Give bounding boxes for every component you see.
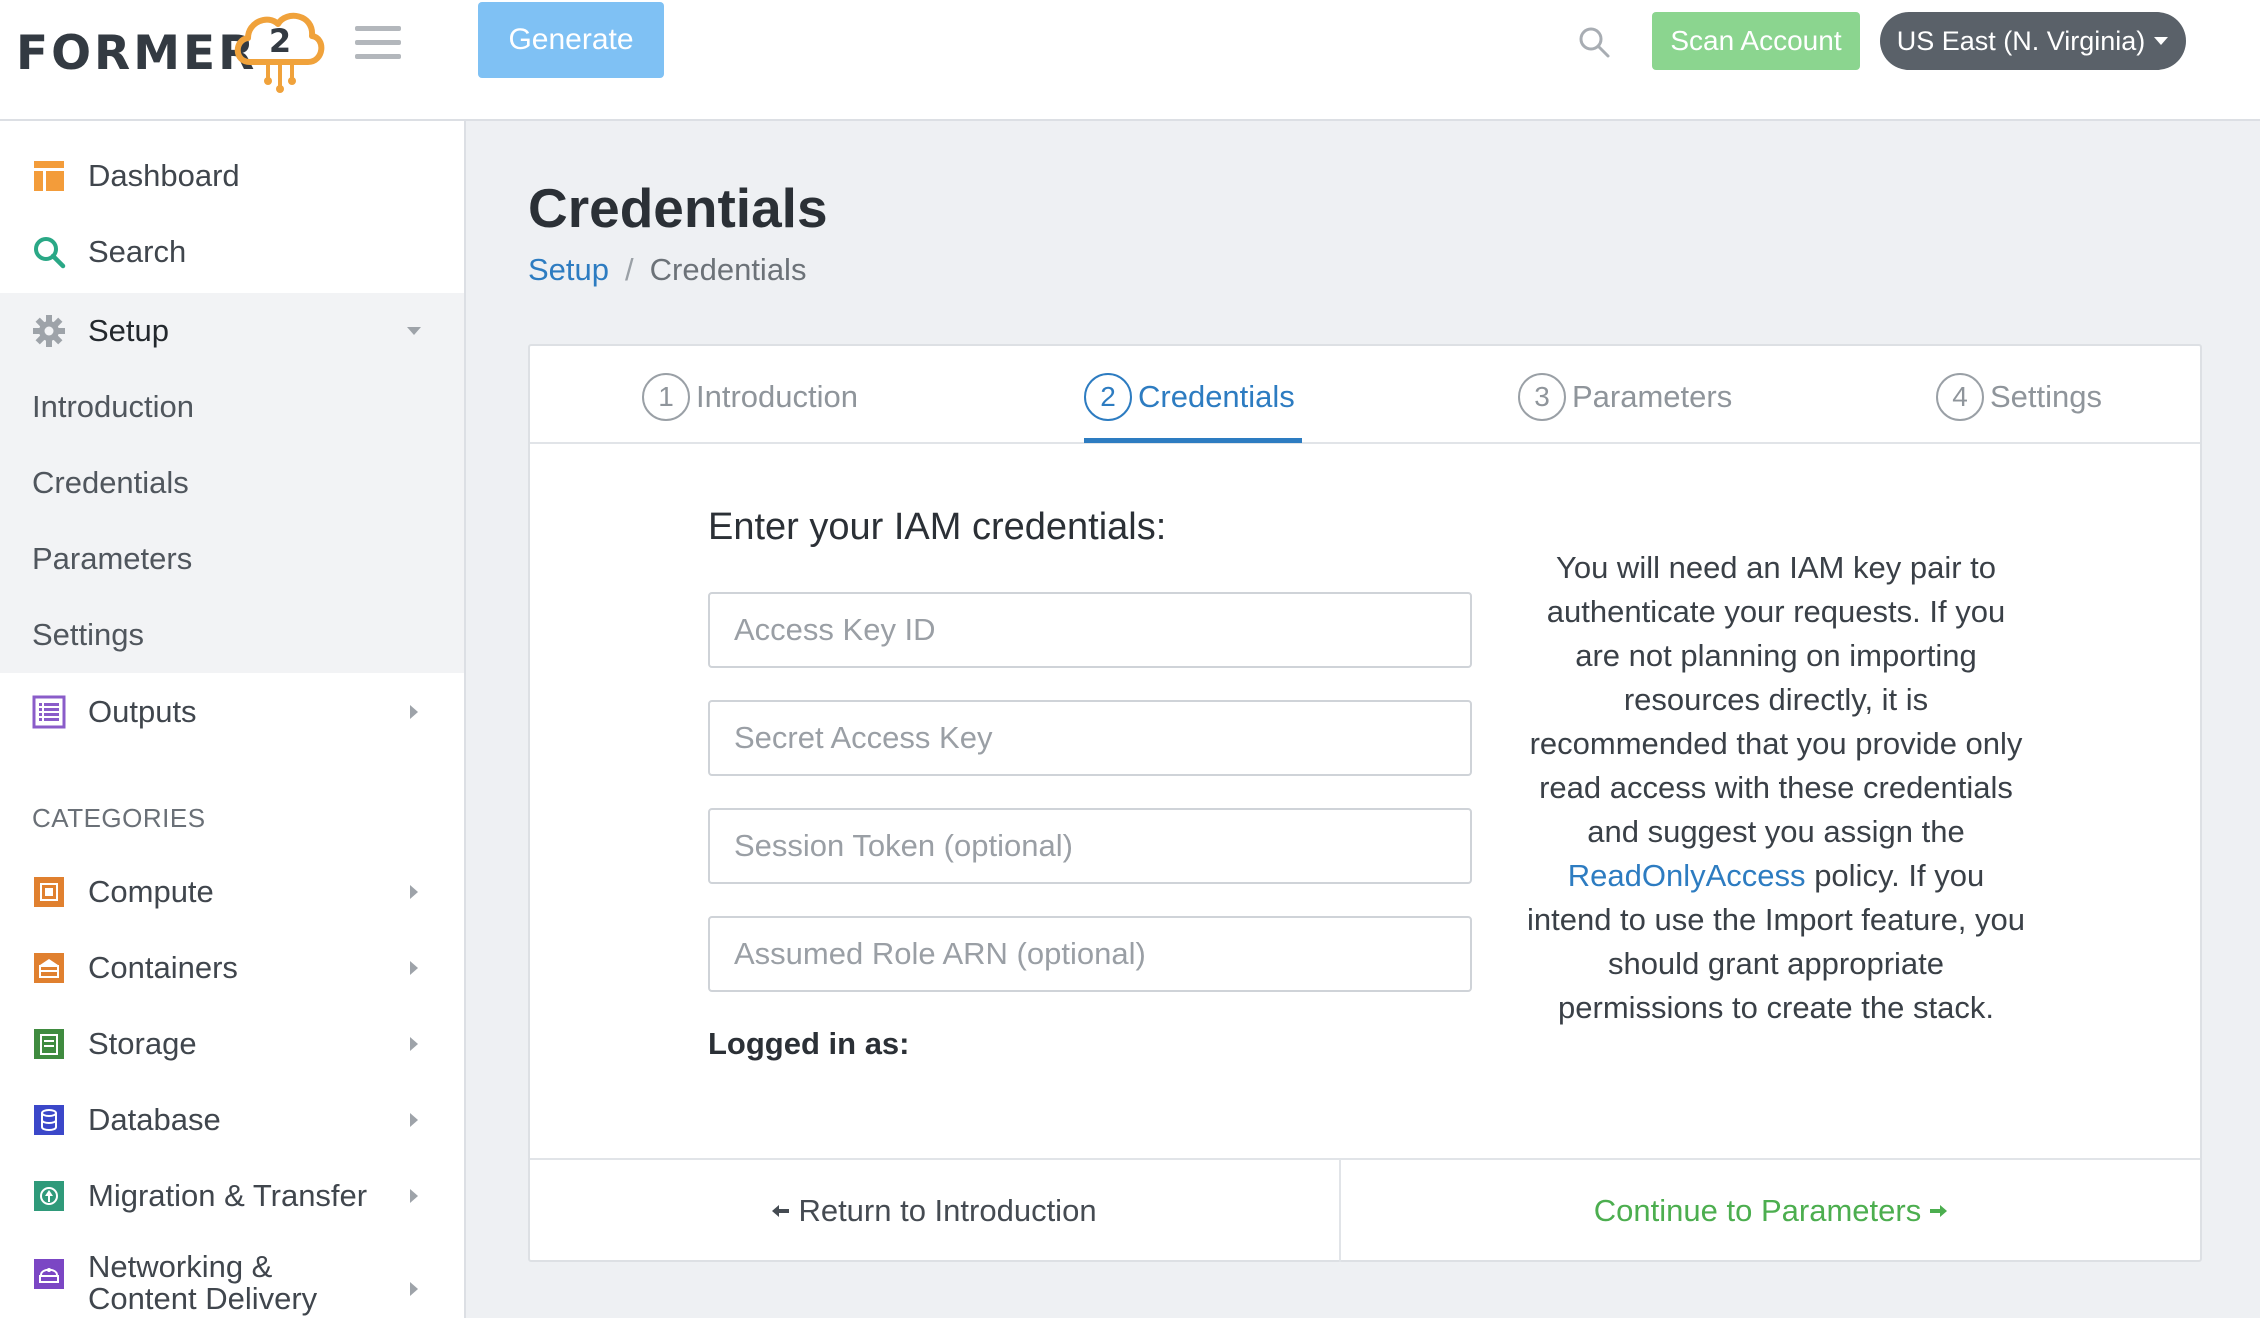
assumed-role-arn-input[interactable] bbox=[708, 916, 1472, 992]
chevron-right-icon bbox=[410, 1113, 418, 1127]
secret-access-key-input[interactable] bbox=[708, 700, 1472, 776]
arrow-right-icon bbox=[1930, 1205, 1948, 1217]
sidebar-item-compute[interactable]: Compute bbox=[0, 854, 464, 930]
logo-cloud-icon: 2 bbox=[234, 13, 325, 93]
arrow-left-icon bbox=[772, 1205, 790, 1217]
scan-account-button[interactable]: Scan Account bbox=[1652, 12, 1860, 70]
sidebar-item-label: Containers bbox=[88, 950, 238, 985]
sidebar-item-containers[interactable]: Containers bbox=[0, 930, 464, 1006]
sidebar-item-networking-content-delivery[interactable]: Networking & Content Delivery bbox=[0, 1241, 464, 1318]
tab-label: Settings bbox=[1990, 379, 2103, 414]
tab-settings[interactable]: 4 Settings bbox=[1936, 372, 2102, 422]
session-token-input[interactable] bbox=[708, 808, 1472, 884]
tab-label: Credentials bbox=[1138, 379, 1295, 414]
chevron-right-icon bbox=[410, 1282, 418, 1296]
chevron-right-icon bbox=[410, 1189, 418, 1203]
step-number: 3 bbox=[1518, 373, 1566, 421]
sidebar-subitem-label: Introduction bbox=[32, 389, 194, 424]
breadcrumb-current: Credentials bbox=[649, 252, 807, 287]
sidebar-subitem-label: Credentials bbox=[32, 465, 189, 500]
sidebar-item-label: Setup bbox=[88, 313, 170, 348]
storage-icon bbox=[34, 1029, 64, 1059]
tab-credentials[interactable]: 2 Credentials bbox=[1084, 372, 1295, 422]
sidebar-subitem-label: Parameters bbox=[32, 541, 193, 576]
next-button-label: Continue to Parameters bbox=[1593, 1193, 1922, 1228]
step-number: 4 bbox=[1936, 373, 1984, 421]
breadcrumb-setup-link[interactable]: Setup bbox=[528, 252, 609, 288]
wizard-card: 1 Introduction 2 Credentials 3 Parameter… bbox=[528, 344, 2202, 1262]
wizard-tabs: 1 Introduction 2 Credentials 3 Parameter… bbox=[530, 346, 2200, 444]
generate-button[interactable]: Generate bbox=[478, 2, 664, 78]
sidebar-item-label: Outputs bbox=[88, 694, 197, 729]
breadcrumb: Setup / Credentials bbox=[528, 252, 806, 288]
logo-badge-number: 2 bbox=[269, 22, 291, 60]
sidebar-subitem-settings[interactable]: Settings bbox=[0, 597, 464, 673]
sidebar-item-migration-transfer[interactable]: Migration & Transfer bbox=[0, 1158, 464, 1234]
app-logo[interactable]: FORMER bbox=[16, 8, 257, 98]
sidebar-subitem-introduction[interactable]: Introduction bbox=[0, 369, 464, 445]
sidebar: Dashboard Search Setup Introduction Cred… bbox=[0, 121, 466, 1318]
sidebar-subitem-credentials[interactable]: Credentials bbox=[0, 445, 464, 521]
caret-down-icon bbox=[2154, 37, 2169, 45]
chevron-down-icon bbox=[407, 327, 421, 335]
back-button-label: Return to Introduction bbox=[798, 1193, 1097, 1228]
outputs-list-icon bbox=[32, 695, 66, 729]
help-text-before: You will need an IAM key pair to authent… bbox=[1529, 550, 2023, 849]
database-icon bbox=[34, 1105, 64, 1135]
sidebar-item-label: Search bbox=[88, 234, 187, 269]
logo-text: FORMER bbox=[16, 25, 258, 81]
logged-in-label: Logged in as: bbox=[708, 1026, 910, 1061]
hamburger-menu-icon[interactable] bbox=[355, 26, 401, 66]
page-title: Credentials bbox=[528, 177, 828, 239]
credentials-help-text: You will need an IAM key pair to authent… bbox=[1526, 546, 2026, 1030]
migration-icon bbox=[34, 1181, 64, 1211]
containers-icon bbox=[34, 953, 64, 983]
return-to-introduction-button[interactable]: Return to Introduction bbox=[530, 1160, 1339, 1262]
region-selector[interactable]: US East (N. Virginia) bbox=[1880, 12, 2186, 70]
chevron-right-icon bbox=[410, 705, 418, 719]
form-heading: Enter your IAM credentials: bbox=[708, 506, 1167, 548]
region-label: US East (N. Virginia) bbox=[1896, 25, 2146, 56]
sidebar-item-label-line2: Content Delivery bbox=[88, 1281, 318, 1316]
sidebar-item-database[interactable]: Database bbox=[0, 1082, 464, 1158]
sidebar-subitem-parameters[interactable]: Parameters bbox=[0, 521, 464, 597]
step-number: 2 bbox=[1084, 373, 1132, 421]
sidebar-item-search[interactable]: Search bbox=[0, 214, 464, 290]
compute-icon bbox=[34, 877, 64, 907]
tab-introduction[interactable]: 1 Introduction bbox=[642, 372, 858, 422]
search-icon[interactable] bbox=[1576, 24, 1612, 60]
networking-icon bbox=[34, 1259, 64, 1289]
dashboard-icon bbox=[34, 161, 64, 191]
sidebar-item-outputs[interactable]: Outputs bbox=[0, 674, 464, 750]
access-key-id-input[interactable] bbox=[708, 592, 1472, 668]
tab-label: Introduction bbox=[696, 379, 858, 414]
breadcrumb-separator: / bbox=[625, 252, 634, 287]
wizard-footer: Return to Introduction Continue to Param… bbox=[530, 1158, 2200, 1262]
step-number: 1 bbox=[642, 373, 690, 421]
sidebar-item-label: Networking & Content Delivery bbox=[88, 1251, 317, 1315]
sidebar-item-dashboard[interactable]: Dashboard bbox=[0, 138, 464, 214]
sidebar-item-label: Migration & Transfer bbox=[88, 1178, 368, 1213]
active-tab-indicator bbox=[1084, 438, 1302, 443]
categories-heading: CATEGORIES bbox=[32, 803, 206, 833]
top-bar: FORMER 2 Generate Scan Account US East (… bbox=[0, 0, 2260, 121]
sidebar-subitem-label: Settings bbox=[32, 617, 145, 652]
sidebar-item-label: Database bbox=[88, 1102, 221, 1137]
sidebar-item-label: Storage bbox=[88, 1026, 197, 1061]
chevron-right-icon bbox=[410, 961, 418, 975]
readonlyaccess-link[interactable]: ReadOnlyAccess bbox=[1568, 858, 1806, 893]
search-icon bbox=[34, 237, 66, 269]
gear-icon bbox=[33, 315, 65, 347]
chevron-right-icon bbox=[410, 885, 418, 899]
chevron-right-icon bbox=[410, 1037, 418, 1051]
continue-to-parameters-button[interactable]: Continue to Parameters bbox=[1341, 1160, 2200, 1262]
sidebar-item-label: Compute bbox=[88, 874, 214, 909]
sidebar-item-label-line1: Networking & bbox=[88, 1249, 273, 1284]
tab-parameters[interactable]: 3 Parameters bbox=[1518, 372, 1732, 422]
sidebar-item-setup[interactable]: Setup bbox=[0, 293, 464, 369]
sidebar-item-storage[interactable]: Storage bbox=[0, 1006, 464, 1082]
tab-label: Parameters bbox=[1572, 379, 1733, 414]
sidebar-item-label: Dashboard bbox=[88, 158, 240, 193]
